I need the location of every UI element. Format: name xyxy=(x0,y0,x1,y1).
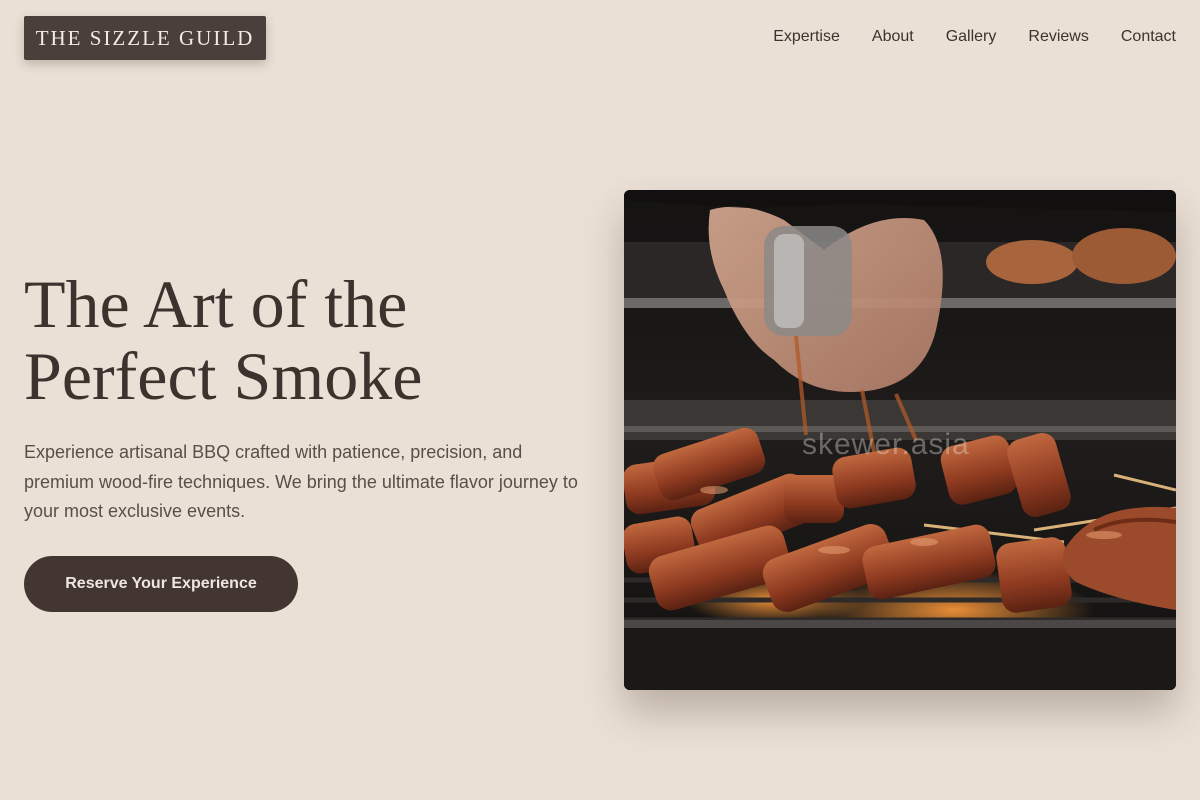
hero-bbq-image: skewer.asia xyxy=(624,190,1176,690)
image-watermark: skewer.asia xyxy=(802,428,970,461)
nav-link-about[interactable]: About xyxy=(872,26,914,48)
nav-link-reviews[interactable]: Reviews xyxy=(1028,26,1088,48)
nav-link-expertise[interactable]: Expertise xyxy=(773,26,840,48)
reserve-experience-button[interactable]: Reserve Your Experience xyxy=(24,556,298,612)
main-nav: Expertise About Gallery Reviews Contact xyxy=(773,26,1176,48)
brand-logo[interactable]: THE SIZZLE GUILD xyxy=(24,16,266,60)
nav-link-gallery[interactable]: Gallery xyxy=(946,26,997,48)
hero-title-line-1: The Art of the xyxy=(24,266,408,342)
hero-subtitle: Experience artisanal BBQ crafted with pa… xyxy=(24,442,578,521)
hero-title-line-2: Perfect Smoke xyxy=(24,338,423,414)
hero-title: The Art of the Perfect Smoke xyxy=(24,268,584,412)
nav-link-contact[interactable]: Contact xyxy=(1121,26,1176,48)
